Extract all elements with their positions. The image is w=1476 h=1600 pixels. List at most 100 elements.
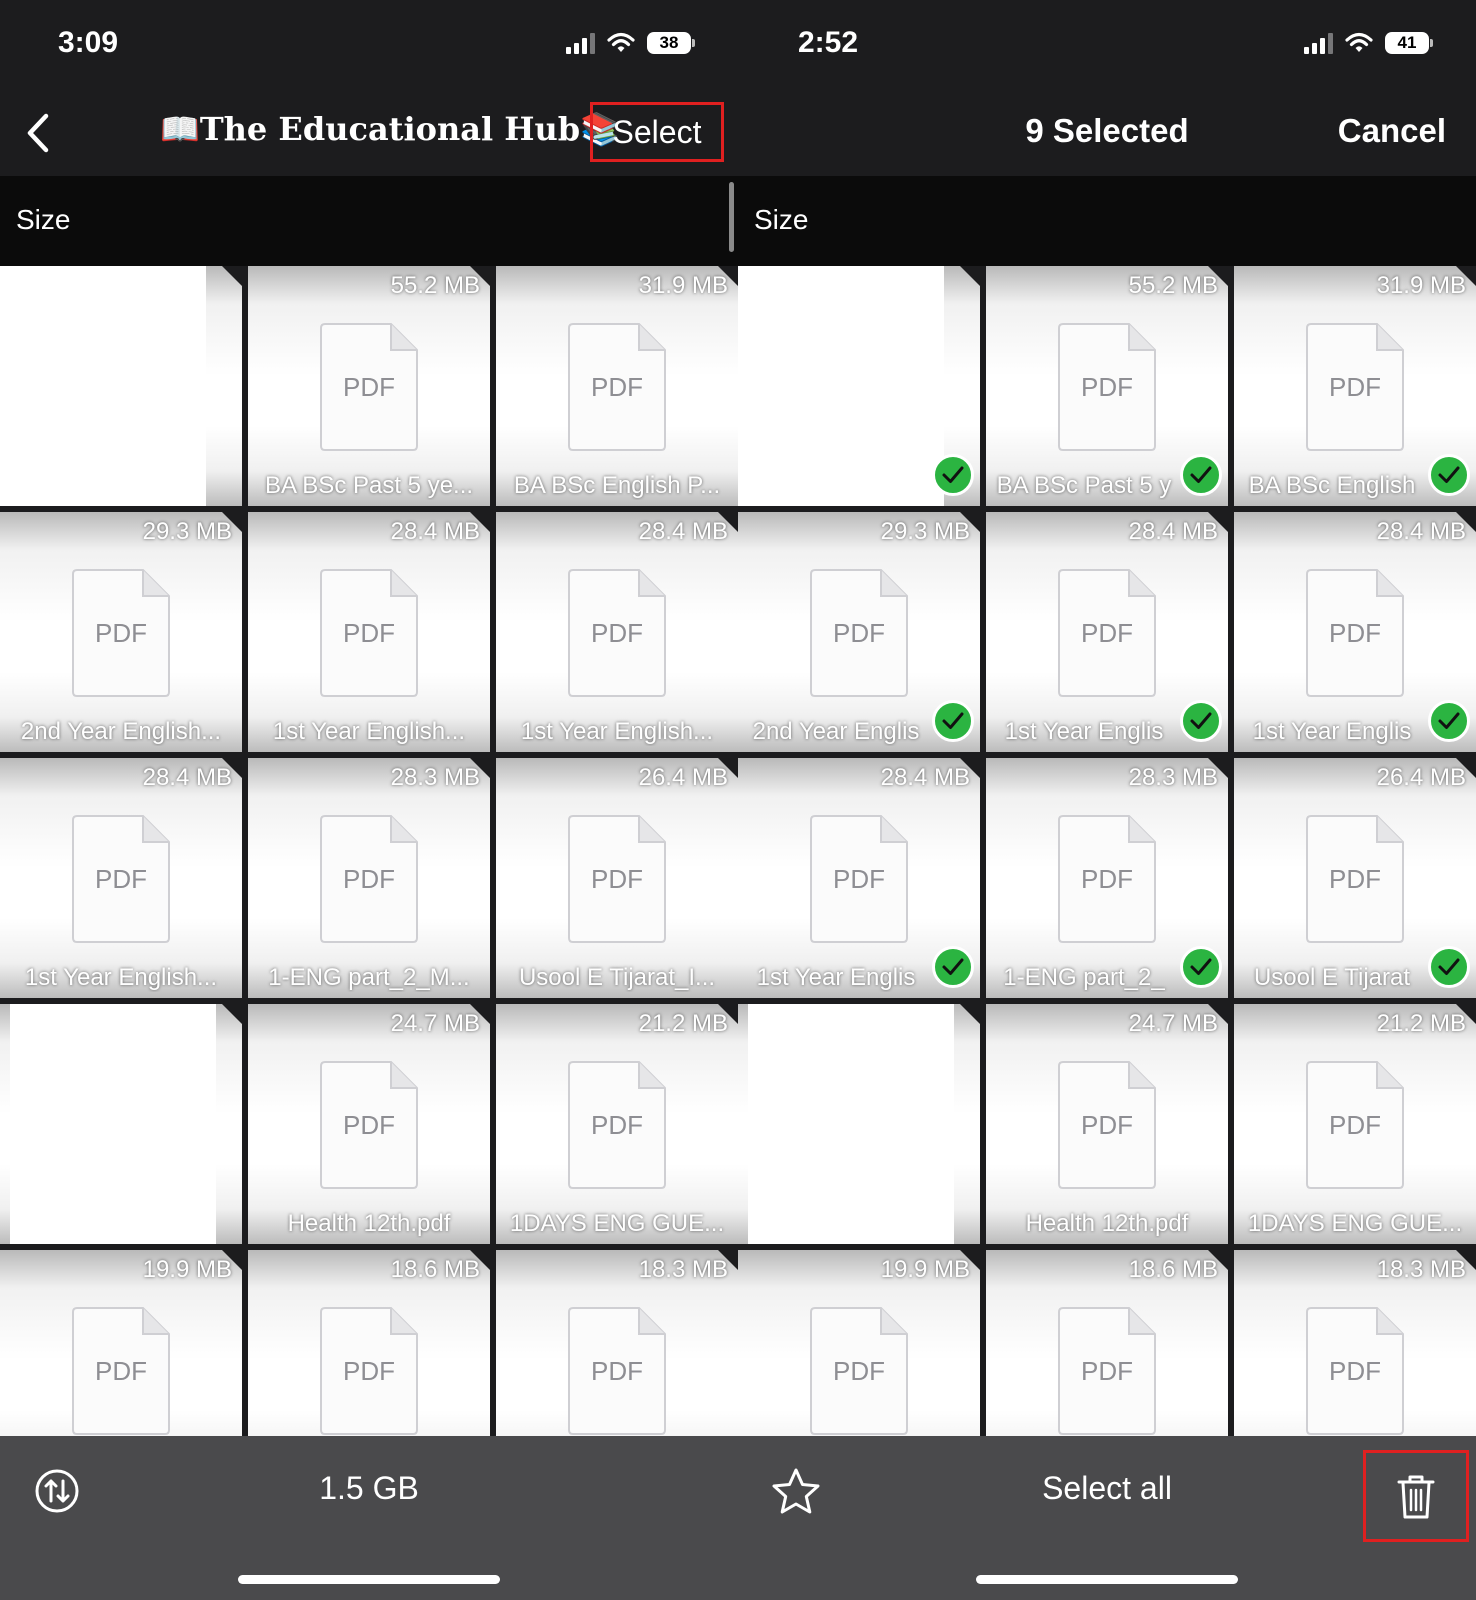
file-size: 19.9 MB [880,1256,970,1283]
file-type-label: PDF [1081,372,1133,402]
file-type-label: PDF [343,372,395,402]
cancel-button[interactable]: Cancel [1338,112,1446,150]
wifi-icon [1345,32,1373,52]
file-thumbnail [0,266,206,506]
file-tile[interactable]: PDF 24.7 MB Health 12th.pdf [986,1004,1228,1244]
checkmark-icon[interactable] [1428,454,1470,496]
file-type-label: PDF [833,864,885,894]
battery-icon: 41 [1385,32,1433,54]
delete-button[interactable] [1363,1450,1469,1542]
file-size: 26.4 MB [638,764,728,791]
file-type-label: PDF [591,864,643,894]
file-type-label: PDF [343,864,395,894]
file-size: 21.2 MB [638,1010,728,1037]
cellular-signal-icon [566,32,595,54]
file-type-label: PDF [591,618,643,648]
file-size: 18.3 MB [1376,1256,1466,1283]
file-type-label: PDF [95,864,147,894]
file-tile[interactable]: PDF 26.4 MB Usool E Tijarat_I... [496,758,738,998]
file-tile[interactable] [0,1004,242,1244]
checkmark-icon[interactable] [932,454,974,496]
file-tile[interactable]: PDF 29.3 MB 2nd Year Englis [738,512,980,752]
file-tile[interactable]: PDF 55.2 MB BA BSc Past 5 ye... [248,266,490,506]
file-thumbnail [10,1004,216,1244]
sort-label[interactable]: Size [754,204,808,236]
trash-icon [1397,1475,1435,1519]
file-type-label: PDF [1329,1356,1381,1386]
file-type-label: PDF [95,618,147,648]
sort-label[interactable]: Size [16,204,70,236]
file-tile[interactable]: PDF 31.9 MB BA BSc English [1234,266,1476,506]
checkmark-icon[interactable] [1428,946,1470,988]
file-type-label: PDF [833,1356,885,1386]
file-size: 18.3 MB [638,1256,728,1283]
file-tile[interactable]: PDF 29.3 MB 2nd Year English... [0,512,242,752]
file-tile[interactable]: PDF 55.2 MB BA BSc Past 5 y [986,266,1228,506]
file-tile[interactable]: PDF 31.9 MB BA BSc English P... [496,266,738,506]
status-time: 3:09 [58,26,119,59]
checkmark-icon[interactable] [932,946,974,988]
file-tile[interactable]: PDF 28.4 MB 1st Year Englis [986,512,1228,752]
status-bar: 2:52 41 [738,0,1476,90]
bottom-toolbar: 1.5 GB [0,1436,738,1600]
checkmark-icon[interactable] [1428,700,1470,742]
navigation-bar: 9 Selected Cancel [738,90,1476,176]
file-tile[interactable] [738,1004,980,1244]
file-tile[interactable]: PDF 28.3 MB 1-ENG part_2_ [986,758,1228,998]
file-name: 2nd Year English... [20,718,222,745]
file-tile[interactable]: PDF 28.4 MB 1st Year Englis [738,758,980,998]
checkmark-icon[interactable] [1180,946,1222,988]
file-thumbnail [748,1004,954,1244]
file-type-label: PDF [1081,1356,1133,1386]
file-grid: PDF 55.2 MB BA BSc Past 5 ye... PDF 31.9 MB B… [0,266,738,1490]
file-type-label: PDF [591,1356,643,1386]
cellular-signal-icon [1304,32,1333,54]
checkmark-icon[interactable] [932,700,974,742]
file-size: 28.4 MB [880,764,970,791]
file-tile[interactable]: PDF 26.4 MB Usool E Tijarat [1234,758,1476,998]
file-name: BA BSc Past 5 ye... [264,472,474,499]
file-type-label: PDF [95,1356,147,1386]
file-name: BA BSc English P... [513,472,721,499]
file-tile[interactable]: PDF 28.3 MB 1-ENG part_2_M... [248,758,490,998]
file-tile[interactable]: PDF 28.4 MB 1st Year Englis [1234,512,1476,752]
sort-header: Size [738,176,1476,266]
file-tile[interactable] [738,266,980,506]
file-size: 24.7 MB [1128,1010,1218,1037]
file-size: 18.6 MB [1128,1256,1218,1283]
status-time: 2:52 [798,26,859,59]
home-indicator[interactable] [238,1575,500,1584]
file-size: 29.3 MB [880,518,970,545]
file-type-label: PDF [1329,1110,1381,1140]
file-tile[interactable]: PDF 24.7 MB Health 12th.pdf [248,1004,490,1244]
file-type-label: PDF [1081,864,1133,894]
navigation-bar: 📖The Educational Hub📚 Select [0,90,738,176]
file-tile[interactable]: PDF 28.4 MB 1st Year English... [0,758,242,998]
checkmark-icon[interactable] [1180,454,1222,496]
file-size: 55.2 MB [390,272,480,299]
file-name: 1DAYS ENG GUE... [509,1210,725,1237]
file-type-label: PDF [833,618,885,648]
wifi-icon [607,32,635,52]
file-type-label: PDF [343,1110,395,1140]
select-button[interactable]: Select [590,102,724,162]
file-size: 28.4 MB [142,764,232,791]
browse-panel: 3:09 38 📖The Educational Hub📚 Select Siz… [0,0,738,1600]
storage-total: 1.5 GB [319,1470,419,1506]
file-size: 29.3 MB [142,518,232,545]
file-size: 18.6 MB [390,1256,480,1283]
file-tile[interactable]: PDF 21.2 MB 1DAYS ENG GUE... [1234,1004,1476,1244]
file-tile[interactable]: PDF 21.2 MB 1DAYS ENG GUE... [496,1004,738,1244]
chevron-left-icon[interactable] [18,108,58,158]
file-type-label: PDF [1081,1110,1133,1140]
file-size: 21.2 MB [1376,1010,1466,1037]
checkmark-icon[interactable] [1180,700,1222,742]
file-tile[interactable] [0,266,242,506]
file-tile[interactable]: PDF 28.4 MB 1st Year English... [496,512,738,752]
file-type-label: PDF [343,1356,395,1386]
home-indicator[interactable] [976,1575,1238,1584]
file-grid: PDF 55.2 MB BA BSc Past 5 y PDF 31.9 MB BA BS… [738,266,1476,1490]
file-tile[interactable]: PDF 28.4 MB 1st Year English... [248,512,490,752]
scrollbar[interactable] [729,182,734,252]
file-type-label: PDF [1329,618,1381,648]
